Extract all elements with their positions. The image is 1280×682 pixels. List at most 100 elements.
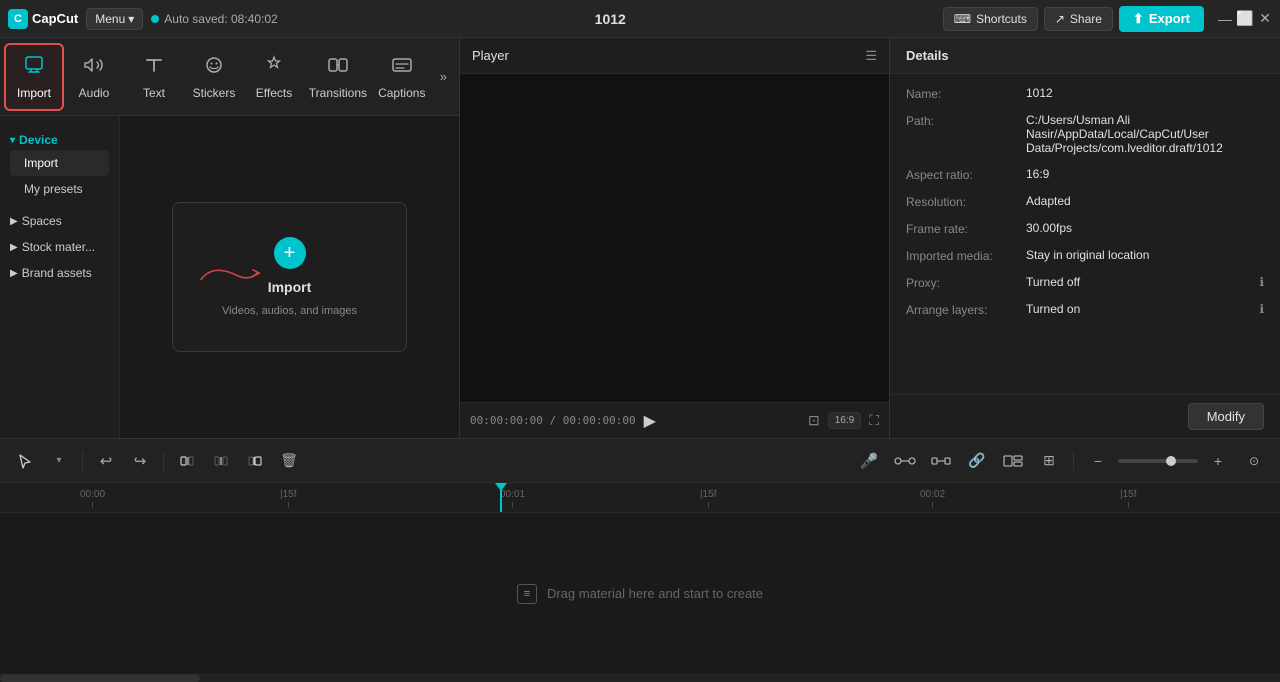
detail-row-name: Name: 1012 — [906, 86, 1264, 101]
audio-connect-btn[interactable] — [889, 445, 921, 477]
share-label: Share — [1070, 12, 1102, 26]
layout-btn[interactable] — [997, 445, 1029, 477]
detail-row-arrange: Arrange layers: Turned on ℹ — [906, 302, 1264, 317]
share-button[interactable]: ↗ Share — [1044, 7, 1113, 31]
project-name: 1012 — [286, 11, 935, 27]
player-footer: 00:00:00:00 / 00:00:00:00 ▶ ⊡ 16:9 ⛶ — [460, 402, 889, 438]
sidebar-stock-section[interactable]: ▶ Stock mater... — [0, 234, 119, 260]
sidebar-spaces-section[interactable]: ▶ Spaces — [0, 208, 119, 234]
link-button[interactable]: 🔗 — [961, 445, 993, 477]
player-time-total: 00:00:00:00 — [563, 414, 636, 427]
detail-row-framerate: Frame rate: 30.00fps — [906, 221, 1264, 236]
sidebar-brand-section[interactable]: ▶ Brand assets — [0, 260, 119, 286]
select-arrow[interactable]: ▾ — [44, 446, 74, 476]
timeline-scrollbar[interactable] — [0, 674, 1280, 682]
audio-icon — [83, 54, 105, 82]
tab-import[interactable]: Import — [4, 43, 64, 111]
player-viewport — [460, 74, 889, 402]
text-icon — [143, 54, 165, 82]
device-label: Device — [19, 133, 58, 147]
player-controls-right: ⊡ 16:9 ⛶ — [808, 412, 879, 429]
playhead[interactable] — [500, 483, 502, 512]
timeline-content[interactable]: ≡ Drag material here and start to create — [0, 513, 1280, 674]
minimize-button[interactable]: — — [1218, 12, 1232, 26]
effects-icon — [263, 54, 285, 82]
undo-button[interactable]: ↩ — [91, 446, 121, 476]
split-right-button[interactable] — [240, 446, 270, 476]
top-bar: C CapCut Menu ▾ Auto saved: 08:40:02 101… — [0, 0, 1280, 38]
player-header: Player ☰ — [460, 38, 889, 74]
tab-stickers[interactable]: Stickers — [184, 43, 244, 111]
fit-screen-icon[interactable]: ⊡ — [808, 412, 820, 429]
redo-button[interactable]: ↪ — [125, 446, 155, 476]
detail-value-name: 1012 — [1026, 86, 1264, 100]
zoom-out-btn[interactable]: − — [1082, 445, 1114, 477]
arrow-graphic — [193, 256, 273, 299]
menu-button[interactable]: Menu ▾ — [86, 8, 143, 30]
close-button[interactable]: ✕ — [1258, 12, 1272, 26]
player-time-current: 00:00:00:00 — [470, 414, 543, 427]
spaces-label: Spaces — [22, 214, 62, 228]
tab-transitions[interactable]: Transitions — [304, 43, 372, 111]
select-tool[interactable] — [10, 446, 40, 476]
detail-row-resolution: Resolution: Adapted — [906, 194, 1264, 209]
proxy-info-icon[interactable]: ℹ — [1259, 275, 1264, 289]
panel-body: ▾ Device Import My presets ▶ Spaces ▶ — [0, 116, 459, 438]
tab-effects[interactable]: Effects — [244, 43, 304, 111]
detail-label-proxy: Proxy: — [906, 275, 1026, 290]
export-button[interactable]: ⬆ Export — [1119, 6, 1204, 32]
sidebar-item-import[interactable]: Import — [10, 150, 109, 176]
tab-audio[interactable]: Audio — [64, 43, 124, 111]
detail-value-arrange: Turned on — [1026, 302, 1255, 316]
tab-captions[interactable]: Captions — [372, 43, 432, 111]
menu-arrow: ▾ — [128, 12, 134, 26]
tab-text[interactable]: Text — [124, 43, 184, 111]
logo: C CapCut — [8, 9, 78, 29]
shortcuts-button[interactable]: ⌨ Shortcuts — [943, 7, 1038, 31]
stickers-icon — [203, 54, 225, 82]
sidebar-device-header[interactable]: ▾ Device — [10, 130, 109, 150]
details-footer: Modify — [890, 394, 1280, 438]
drop-hint-text: Drag material here and start to create — [547, 586, 763, 601]
import-drop-zone[interactable]: + Import Videos, audios, and images — [172, 202, 407, 352]
zoom-knob[interactable] — [1166, 456, 1176, 466]
fullscreen-icon[interactable]: ⛶ — [869, 412, 879, 429]
detail-value-framerate: 30.00fps — [1026, 221, 1264, 235]
split-button[interactable] — [206, 446, 236, 476]
tab-transitions-label: Transitions — [309, 86, 367, 100]
zoom-in-btn[interactable]: + — [1202, 445, 1234, 477]
tab-effects-label: Effects — [256, 86, 292, 100]
ruler-mark-2: 00:02 — [920, 489, 945, 508]
timeline-scrollbar-thumb[interactable] — [0, 675, 200, 682]
autosave-indicator: Auto saved: 08:40:02 — [151, 12, 277, 26]
player-menu-icon[interactable]: ☰ — [865, 48, 877, 64]
keyboard-icon: ⌨ — [954, 12, 971, 26]
clip-connect-btn[interactable] — [925, 445, 957, 477]
mic-button[interactable]: 🎤 — [853, 445, 885, 477]
logo-icon: C — [8, 9, 28, 29]
detail-label-resolution: Resolution: — [906, 194, 1026, 209]
ruler-mark-0: 00:00 — [80, 489, 105, 508]
modify-button[interactable]: Modify — [1188, 403, 1264, 430]
more-tabs-button[interactable]: » — [432, 63, 455, 90]
export-icon: ⬆ — [1133, 11, 1144, 27]
zoom-slider[interactable] — [1118, 459, 1198, 463]
play-button[interactable]: ▶ — [644, 411, 656, 431]
aspect-ratio-btn[interactable]: 16:9 — [828, 412, 861, 429]
zoom-fit-btn[interactable]: ⊙ — [1238, 445, 1270, 477]
maximize-button[interactable]: ⬜ — [1238, 12, 1252, 26]
detail-label-name: Name: — [906, 86, 1026, 101]
playhead-head — [495, 483, 507, 491]
tab-text-label: Text — [143, 86, 165, 100]
add-track-btn[interactable]: ⊞ — [1033, 445, 1065, 477]
arrange-info-icon[interactable]: ℹ — [1259, 302, 1264, 316]
split-left-button[interactable] — [172, 446, 202, 476]
ruler-mark-1-15f: |15f — [700, 489, 717, 508]
sidebar-item-presets[interactable]: My presets — [10, 176, 109, 202]
import-sublabel: Videos, audios, and images — [222, 305, 357, 317]
import-icon — [23, 54, 45, 82]
details-header: Details — [890, 38, 1280, 74]
detail-row-proxy: Proxy: Turned off ℹ — [906, 275, 1264, 290]
delete-button[interactable]: 🗑 — [274, 446, 304, 476]
detail-label-imported-media: Imported media: — [906, 248, 1026, 263]
